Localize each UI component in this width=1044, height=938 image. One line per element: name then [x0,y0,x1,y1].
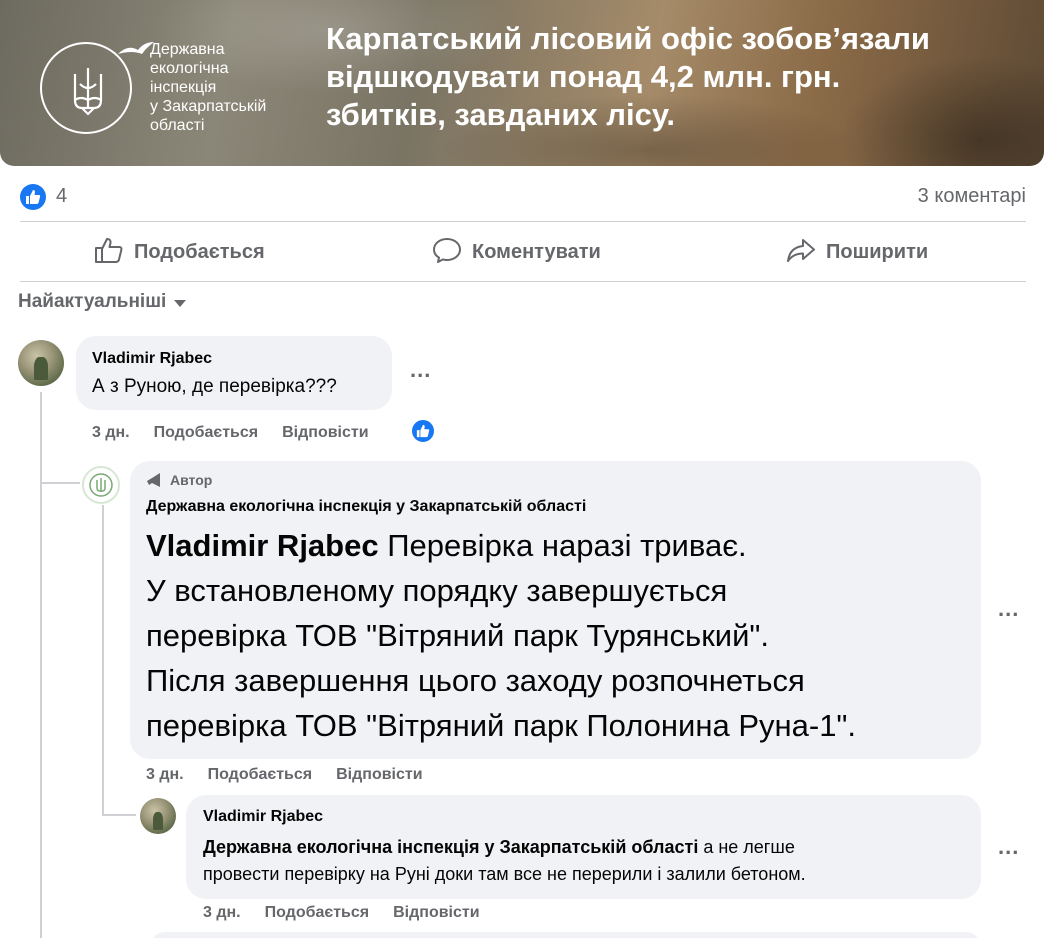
trident-icon [40,42,154,134]
headline-line: збитків, завданих лісу. [326,97,675,132]
comment-time[interactable]: 3 дн. [92,424,130,442]
comment-button-label: Коментувати [472,240,601,263]
comment-text-line: Перевірка наразі триває. [378,528,747,563]
post-headline: Карпатський лісовий офіс зобов’язали від… [326,20,1026,134]
comment-text-line: а не легше [698,837,795,857]
comment-text: А з Руною, де перевірка??? [92,376,337,397]
share-button-label: Поширити [826,240,929,263]
reaction-count[interactable]: 4 [56,185,67,208]
comment-meta: 3 дн. Подобається Відповісти [146,766,423,784]
reactions-summary: 4 3 коментарі [20,182,1026,210]
comment-sort-dropdown[interactable]: Найактуальніші [18,291,187,313]
comment-meta: 3 дн. Подобається Відповісти [92,424,369,442]
like-button[interactable]: Подобається [94,236,265,268]
like-icon[interactable] [410,418,436,444]
avatar[interactable] [140,798,176,834]
comment-reply-link[interactable]: Відповісти [282,424,368,442]
org-name-line: у Закарпатській [150,98,267,115]
comment-author[interactable]: Державна екологічна інспекція у Закарпат… [146,498,586,516]
thread-connector [40,482,80,484]
mention-link[interactable]: Державна екологічна інспекція у Закарпат… [203,837,698,857]
comment-like-link[interactable]: Подобається [154,424,259,442]
comment-like-link[interactable]: Подобається [265,904,370,922]
author-badge-label: Автор [170,472,213,488]
more-options-icon[interactable]: ... [998,834,1019,860]
comment-bubble: Vladimir Rjabec Державна екологічна інсп… [186,795,981,899]
comment-bubble: Vladimir Rjabec А з Руною, де перевірка?… [76,336,392,410]
org-name-line: Державна [150,41,225,58]
org-name-line: області [150,117,205,134]
share-button[interactable]: Поширити [786,236,928,268]
comment-like-link[interactable]: Подобається [208,766,313,784]
headline-line: відшкодувати понад 4,2 млн. грн. [326,59,841,94]
avatar[interactable] [18,340,64,386]
share-arrow-icon [786,236,816,269]
comment-bubble [150,932,981,938]
divider [20,281,1026,282]
comment-text: Vladimir Rjabec Перевірка наразі триває.… [146,523,966,748]
comment-text-line: провести перевірку на Руні доки там все … [203,864,806,884]
org-name-line: екологічна [150,60,229,77]
thread-connector [102,814,136,816]
org-name: Державна екологічна інспекція у Закарпат… [150,40,320,135]
more-options-icon[interactable]: ... [410,357,431,383]
comment-time[interactable]: 3 дн. [203,904,241,922]
comment-meta: 3 дн. Подобається Відповісти [203,904,480,922]
author-badge: Автор [146,472,212,488]
comment-reply-link[interactable]: Відповісти [336,766,422,784]
comment-time[interactable]: 3 дн. [146,766,184,784]
trident-icon [89,473,113,497]
thumbs-up-icon [94,236,124,269]
headline-line: Карпатський лісовий офіс зобов’язали [326,21,930,56]
org-avatar[interactable] [82,466,120,504]
post-banner-image[interactable]: Державна екологічна інспекція у Закарпат… [0,0,1044,166]
comment-text-line: У встановленому порядку завершується [146,573,728,608]
sort-label: Найактуальніші [18,291,167,312]
thread-line [40,392,42,938]
comment-bubble: Автор Державна екологічна інспекція у За… [130,461,981,759]
comments-count[interactable]: 3 коментарі [918,185,1026,208]
comment-bubble-icon [432,236,462,269]
comment-text-line: Після завершення цього заходу розпочнеть… [146,663,805,698]
like-button-label: Подобається [134,240,265,263]
comment-author[interactable]: Vladimir Rjabec [203,808,323,826]
megaphone-icon [147,473,160,487]
more-options-icon[interactable]: ... [998,596,1019,622]
comment-text: Державна екологічна інспекція у Закарпат… [203,834,806,888]
like-icon[interactable] [20,184,46,210]
comment-text-line: перевірка ТОВ "Вітряний парк Полонина Ру… [146,708,857,743]
comment-button[interactable]: Коментувати [432,236,601,268]
divider [20,221,1026,222]
comment-text-line: перевірка ТОВ "Вітряний парк Турянський"… [146,618,770,653]
org-name-line: інспекція [150,79,217,96]
comment-author[interactable]: Vladimir Rjabec [92,350,212,368]
comment-reply-link[interactable]: Відповісти [393,904,479,922]
chevron-down-icon [174,300,187,307]
mention-link[interactable]: Vladimir Rjabec [146,528,379,563]
thread-line [102,505,104,815]
